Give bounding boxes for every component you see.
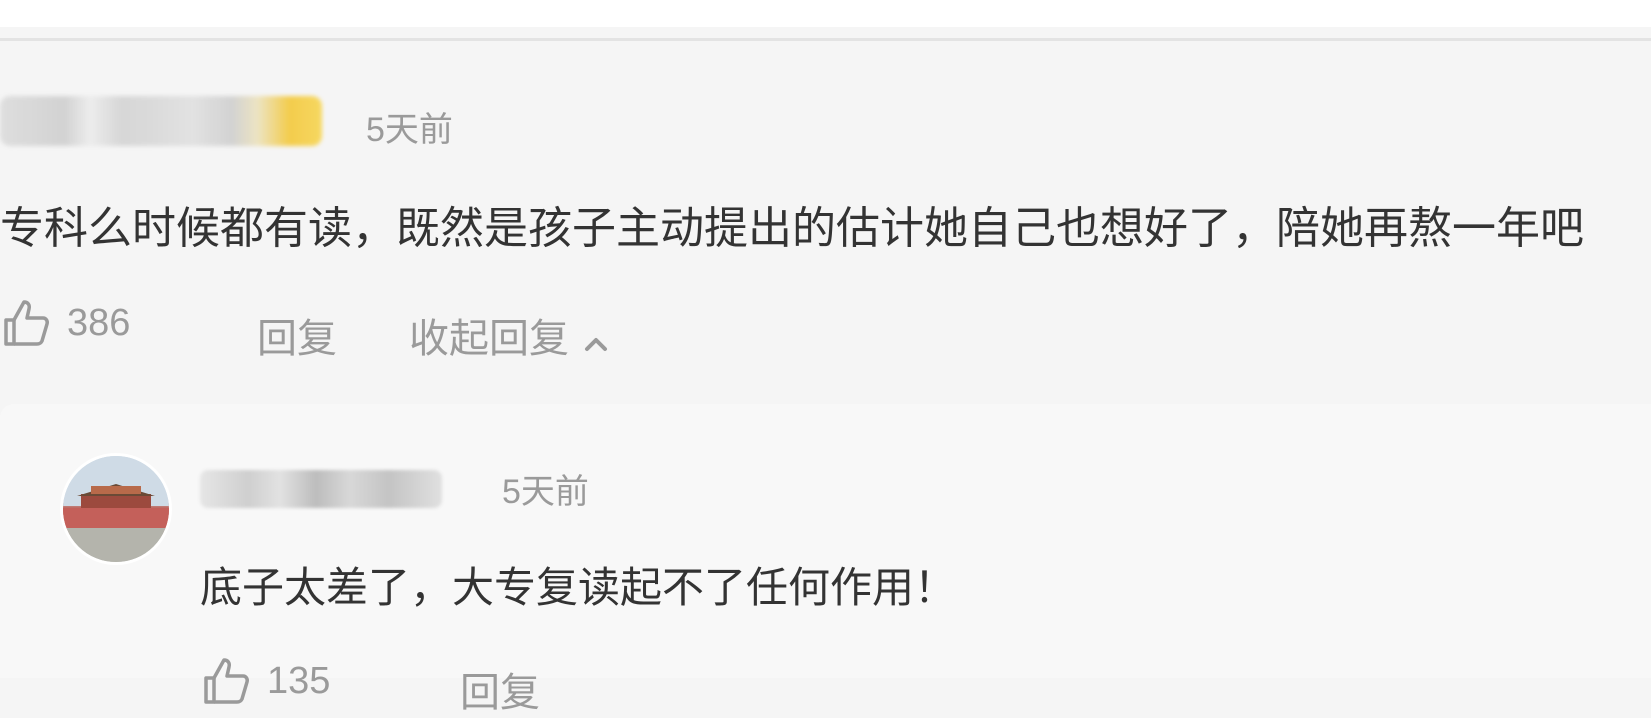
reply-actions: 135 — [202, 656, 330, 706]
thumbs-up-icon[interactable] — [2, 298, 52, 348]
thumbs-up-icon[interactable] — [202, 656, 252, 706]
reply-reply-button[interactable]: 回复 — [460, 660, 540, 718]
blurred-reply-username[interactable] — [200, 470, 442, 508]
reply-button[interactable]: 回复 — [257, 306, 337, 364]
top-bar — [0, 0, 1651, 27]
collapse-replies-button[interactable]: 收起回复 — [409, 306, 609, 364]
reply-time: 5天前 — [502, 473, 589, 511]
reply-text: 底子太差了，大专复读起不了任何作用！ — [200, 564, 957, 611]
reply-container — [0, 404, 1651, 678]
like-count: 135 — [267, 659, 331, 702]
comment-actions: 386 — [2, 298, 130, 348]
comment-text: 专科么时候都有读，既然是孩子主动提出的估计她自己也想好了，陪她再熬一年吧 — [0, 204, 1584, 253]
collapse-replies-label: 收起回复 — [409, 317, 569, 361]
chevron-up-icon — [583, 322, 609, 351]
avatar[interactable] — [60, 453, 172, 565]
blurred-username[interactable] — [0, 96, 322, 146]
like-count: 386 — [67, 301, 131, 344]
comment-time: 5天前 — [366, 111, 453, 149]
divider — [0, 38, 1651, 41]
